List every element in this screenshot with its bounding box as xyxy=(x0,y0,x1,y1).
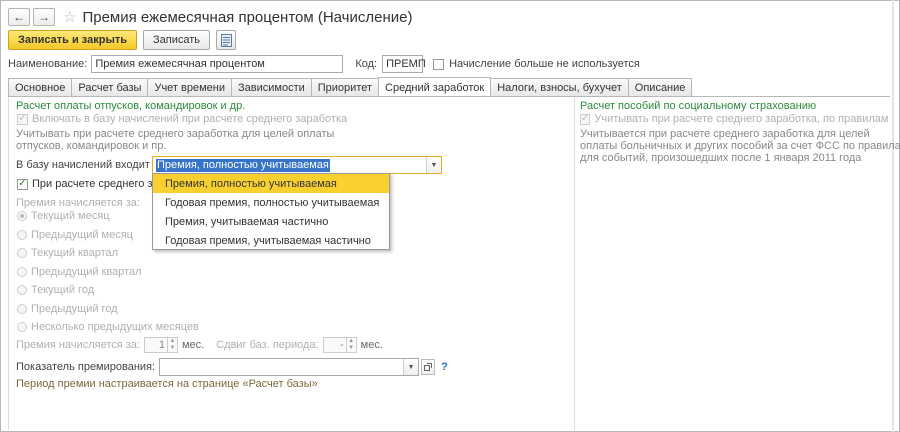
dropdown-option[interactable]: Премия, полностью учитываемая xyxy=(153,174,389,193)
arrow-left-icon: ← xyxy=(13,10,25,24)
period-group-title: Премия начисляется за: xyxy=(16,197,140,209)
tab-description[interactable]: Описание xyxy=(627,78,693,97)
vacation-desc-line1: Учитывать при расчете среднего заработка… xyxy=(16,128,335,140)
period-option-label: Текущий год xyxy=(31,284,95,296)
include-base-label: Включать в базу начислений при расчете с… xyxy=(32,113,348,125)
base-kind-dropdown-list: Премия, полностью учитываемая Годовая пр… xyxy=(152,173,390,250)
period-option-label: Несколько предыдущих месяцев xyxy=(31,321,199,333)
arrow-right-icon: → xyxy=(38,10,50,24)
months-count-value: 1 xyxy=(158,339,165,351)
shift-label: Сдвиг баз. периода: xyxy=(216,339,319,351)
name-row: Наименование: Премия ежемесячная процент… xyxy=(8,55,640,73)
period-option-prev-year[interactable]: Предыдущий год xyxy=(17,303,118,315)
window-title: Премия ежемесячная процентом (Начисление… xyxy=(82,8,413,26)
fss-include-checkbox[interactable]: ✓ xyxy=(580,113,591,125)
months-unit-label: мес. xyxy=(181,339,205,351)
indicator-label: Показатель премирования: xyxy=(16,361,156,373)
period-option-label: Предыдущий квартал xyxy=(31,266,142,278)
title-bar: ← → ☆ Премия ежемесячная процентом (Начи… xyxy=(8,5,412,29)
months-count-stepper[interactable]: 1 ▲ ▼ xyxy=(143,337,178,353)
fss-desc-line2: оплаты больничных и других пособий за сч… xyxy=(580,140,900,152)
period-option-label: Предыдущий год xyxy=(31,303,118,315)
include-base-checkbox[interactable]: ✓ xyxy=(17,113,28,125)
vacation-section-title: Расчет оплаты отпусков, командировок и д… xyxy=(16,100,246,112)
period-option-current-month[interactable]: Текущий месяц xyxy=(17,210,110,222)
shift-stepper[interactable]: - ▲ ▼ xyxy=(322,337,357,353)
name-input[interactable]: Премия ежемесячная процентом xyxy=(91,55,344,73)
dropdown-option[interactable]: Годовая премия, полностью учитываемая xyxy=(153,193,389,212)
tab-dependencies[interactable]: Зависимости xyxy=(231,78,312,97)
base-kind-value: Премия, полностью учитываемая xyxy=(156,159,330,172)
back-button[interactable]: ← xyxy=(8,8,30,26)
dropdown-arrow-icon[interactable]: ▼ xyxy=(403,359,419,375)
radio-icon xyxy=(17,285,27,295)
shift-unit-label: мес. xyxy=(360,339,383,351)
name-label: Наименование: xyxy=(8,58,88,70)
tab-priority[interactable]: Приоритет xyxy=(310,78,380,97)
dropdown-option[interactable]: Премия, учитываемая частично xyxy=(153,212,389,231)
include-base-row: ✓ Включать в базу начислений при расчете… xyxy=(17,113,347,125)
radio-icon xyxy=(17,322,27,332)
save-button[interactable]: Записать xyxy=(143,30,211,50)
radio-icon xyxy=(17,230,27,240)
fss-include-label: Учитывать при расчете среднего заработка… xyxy=(594,113,890,125)
radio-selected-icon xyxy=(17,211,27,221)
help-icon[interactable]: ? xyxy=(441,361,448,373)
base-kind-select[interactable]: Премия, полностью учитываемая ▼ xyxy=(152,156,442,174)
tab-time-accounting[interactable]: Учет времени xyxy=(147,78,232,97)
open-window-icon xyxy=(424,363,433,371)
fss-include-row: ✓ Учитывать при расчете среднего заработ… xyxy=(580,113,890,125)
period-option-label: Предыдущий месяц xyxy=(31,229,133,241)
unused-checkbox[interactable] xyxy=(433,58,445,70)
save-and-close-button[interactable]: Записать и закрыть xyxy=(8,30,138,50)
period-note: Период премии настраивается на странице … xyxy=(16,378,318,390)
forward-button[interactable]: → xyxy=(33,8,55,26)
code-input[interactable]: ПРЕМП xyxy=(382,55,426,73)
window-right-edge xyxy=(892,0,894,432)
shift-value: - xyxy=(339,339,344,351)
command-bar: Записать и закрыть Записать xyxy=(8,30,242,50)
period-option-prev-quarter[interactable]: Предыдущий квартал xyxy=(17,266,142,278)
period-option-current-year[interactable]: Текущий год xyxy=(17,284,94,296)
period-option-current-quarter[interactable]: Текущий квартал xyxy=(17,247,118,259)
spin-arrows-icon[interactable]: ▲ ▼ xyxy=(345,338,356,352)
period-option-label: Текущий квартал xyxy=(31,247,119,259)
months-row: Премия начисляется за: 1 ▲ ▼ мес. Сдвиг б… xyxy=(16,337,383,353)
code-label: Код: xyxy=(355,58,378,70)
tab-taxes[interactable]: Налоги, взносы, бухучет xyxy=(490,78,629,97)
avg-calc-checkbox[interactable]: ✓ xyxy=(17,178,28,190)
accrued-for-label: Премия начисляется за: xyxy=(16,339,140,351)
radio-icon xyxy=(17,304,27,314)
fss-desc-line1: Учитывается при расчете среднего заработ… xyxy=(580,128,870,140)
document-list-icon xyxy=(220,33,232,47)
period-option-several-months[interactable]: Несколько предыдущих месяцев xyxy=(17,321,199,333)
fss-section-title: Расчет пособий по социальному страховани… xyxy=(580,100,817,112)
tab-base-calculation[interactable]: Расчет базы xyxy=(71,78,149,97)
tab-main[interactable]: Основное xyxy=(8,78,73,97)
unused-label: Начисление больше не используется xyxy=(449,58,640,70)
dropdown-option[interactable]: Годовая премия, учитываемая частично xyxy=(153,231,389,250)
tab-bar: Основное Расчет базы Учет времени Зависи… xyxy=(8,77,693,97)
base-kind-label: В базу начислений входит как: xyxy=(16,159,172,171)
favorite-star-icon[interactable]: ☆ xyxy=(63,10,76,25)
radio-icon xyxy=(17,248,27,258)
indicator-row: Показатель премирования: ▼ ? xyxy=(16,358,448,376)
period-option-label: Текущий месяц xyxy=(31,210,110,222)
tab-average-earnings[interactable]: Средний заработок xyxy=(378,77,492,97)
dropdown-arrow-icon[interactable]: ▼ xyxy=(426,157,441,173)
indicator-input[interactable]: ▼ xyxy=(159,358,420,376)
report-button[interactable] xyxy=(216,30,237,50)
open-button[interactable] xyxy=(421,359,436,375)
fss-desc-line3: для событий, произошедших после 1 января… xyxy=(580,152,862,164)
period-option-prev-month[interactable]: Предыдущий месяц xyxy=(17,229,133,241)
radio-icon xyxy=(17,267,27,277)
spin-arrows-icon[interactable]: ▲ ▼ xyxy=(166,338,177,352)
vacation-desc-line2: отпусков, командировок и пр. xyxy=(16,140,167,152)
